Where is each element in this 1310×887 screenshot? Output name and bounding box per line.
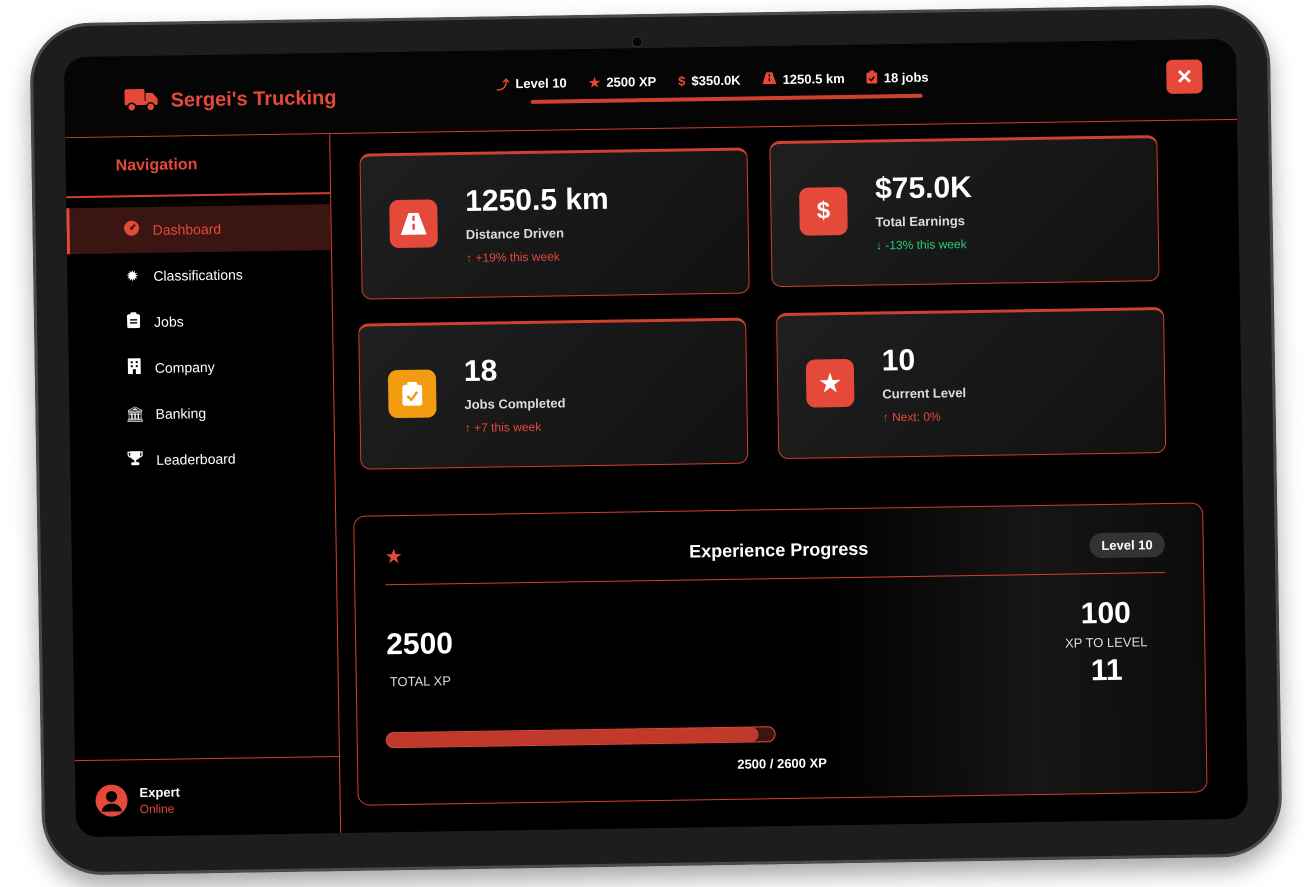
stat-level-value: Level 10 (515, 75, 567, 92)
sidebar-item-classifications[interactable]: ✹ Classifications (67, 250, 332, 300)
sidebar-item-label: Classifications (153, 266, 243, 284)
card-trend: ↑ Next: 0% (882, 409, 941, 425)
next-level-value: 11 (1090, 653, 1123, 688)
camera (631, 36, 643, 48)
stat-card-level: ★ 10 Current Level ↑ Next: 0% (776, 307, 1167, 460)
truck-icon (124, 86, 158, 118)
main-content: 1250.5 km Distance Driven ↑ +19% this we… (329, 120, 1248, 833)
card-trend: ↑ +7 this week (464, 419, 542, 436)
sidebar-item-dashboard[interactable]: Dashboard (66, 204, 331, 255)
total-xp-label: TOTAL XP (389, 673, 452, 690)
sidebar: Navigation Dashboard ✹ Classifications J… (65, 134, 342, 838)
speedometer-icon (122, 220, 140, 240)
stat-level: ⤴ Level 10 (496, 73, 567, 93)
sidebar-bottom-divider (74, 756, 339, 762)
clipboard-check-icon (387, 369, 437, 419)
clipboard-icon (124, 312, 142, 332)
sidebar-item-leaderboard[interactable]: Leaderboard (70, 434, 335, 484)
card-label: Distance Driven (465, 225, 565, 242)
nav-list: Dashboard ✹ Classifications Jobs Company… (66, 204, 334, 484)
stat-money-value: $350.0K (691, 72, 741, 89)
nav-title: Navigation (115, 156, 198, 175)
card-value: $75.0K (874, 171, 973, 206)
panel-title: Experience Progress (689, 538, 869, 562)
stat-jobs-value: 18 jobs (883, 69, 929, 86)
avatar (95, 784, 128, 817)
user-status: Online (139, 801, 175, 816)
building-icon (125, 358, 143, 378)
card-value: 1250.5 km (464, 182, 609, 218)
stats-underline (530, 93, 923, 104)
stat-jobs: 18 jobs (866, 68, 929, 88)
stat-distance-value: 1250.5 km (782, 70, 845, 87)
clipboard-icon (866, 70, 878, 86)
road-icon (389, 199, 438, 249)
card-value: 10 (881, 343, 916, 378)
xp-remaining-value: 100 (1080, 596, 1132, 631)
tablet-frame: Sergei's Trucking ⤴ Level 10 ★ 2500 XP $… (29, 4, 1283, 876)
sidebar-item-company[interactable]: Company (68, 342, 333, 392)
app-screen: Sergei's Trucking ⤴ Level 10 ★ 2500 XP $… (63, 38, 1249, 838)
stat-card-jobs: 18 Jobs Completed ↑ +7 this week (358, 317, 749, 470)
brand[interactable]: Sergei's Trucking (124, 83, 337, 118)
stat-card-earnings: $ $75.0K Total Earnings ↓ -13% this week (769, 135, 1160, 288)
card-label: Total Earnings (875, 213, 966, 230)
stat-xp-value: 2500 XP (606, 73, 657, 90)
star-icon: ★ (588, 74, 601, 90)
dollar-icon: $ (678, 73, 686, 89)
sidebar-item-label: Leaderboard (156, 450, 236, 468)
xp-remaining: 100 XP TO LEVEL 11 (1046, 596, 1167, 689)
sidebar-item-label: Company (154, 358, 215, 376)
card-label: Jobs Completed (464, 395, 566, 413)
sidebar-item-label: Banking (155, 405, 207, 422)
brand-name: Sergei's Trucking (170, 86, 337, 112)
sidebar-item-banking[interactable]: 🏛 Banking (69, 388, 334, 438)
stat-xp: ★ 2500 XP (589, 72, 657, 92)
xp-progress-bar (385, 726, 776, 749)
stat-card-distance: 1250.5 km Distance Driven ↑ +19% this we… (359, 147, 750, 300)
card-label: Current Level (882, 385, 967, 402)
panel-divider (385, 572, 1166, 586)
star-icon: ★ (805, 358, 855, 408)
close-button[interactable]: ✕ (1166, 59, 1203, 94)
card-trend: ↑ +19% this week (466, 249, 560, 265)
xp-remaining-label: XP TO LEVEL (1064, 634, 1148, 651)
xp-progress-label: 2500 / 2600 XP (737, 755, 828, 772)
xp-progress-fill (386, 727, 760, 748)
user-name: Expert (139, 784, 181, 800)
level-badge: Level 10 (1089, 532, 1165, 559)
experience-panel: ★ Experience Progress Level 10 2500 TOTA… (353, 502, 1208, 806)
dollar-icon: $ (799, 186, 848, 236)
nav-divider (66, 192, 331, 199)
sidebar-item-label: Dashboard (152, 220, 222, 238)
stat-distance: 1250.5 km (762, 69, 845, 89)
level-up-icon: ⤴ (496, 77, 510, 93)
close-icon: ✕ (1175, 66, 1193, 89)
total-xp-value: 2500 (385, 627, 454, 662)
user-profile[interactable]: Expert Online (95, 784, 180, 817)
stat-money: $ $350.0K (678, 71, 741, 91)
sidebar-item-jobs[interactable]: Jobs (68, 296, 333, 346)
card-value: 18 (463, 354, 498, 389)
bank-icon: 🏛 (125, 406, 145, 424)
road-icon (762, 72, 777, 87)
badge-icon: ✹ (125, 268, 139, 286)
sidebar-item-label: Jobs (153, 313, 184, 330)
card-trend: ↓ -13% this week (875, 237, 967, 253)
trophy-icon (126, 450, 144, 470)
header-stats: ⤴ Level 10 ★ 2500 XP $ $350.0K 1250.5 km (496, 68, 928, 94)
